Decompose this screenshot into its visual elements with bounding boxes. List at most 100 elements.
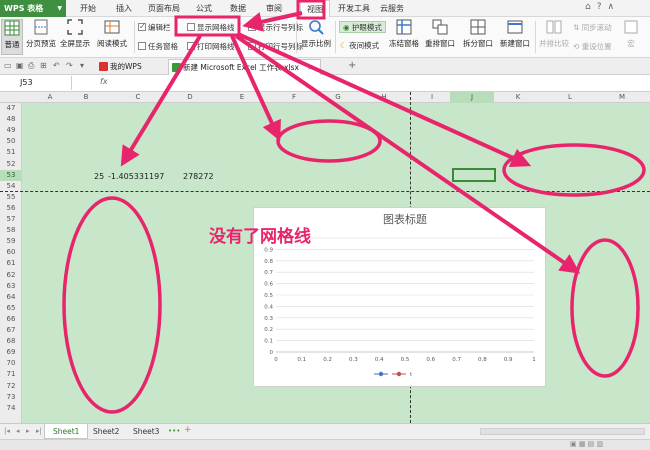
rearrange-button[interactable]: 重排窗口 xyxy=(422,19,458,55)
sync-scroll-label: 同步滚动 xyxy=(581,23,612,32)
menu-developer[interactable]: 开发工具 xyxy=(338,0,370,17)
page-break-button[interactable]: 分页预览 xyxy=(25,19,57,55)
active-cell-j53[interactable] xyxy=(452,168,496,182)
first-sheet-icon[interactable]: |◂ xyxy=(4,427,10,435)
horizontal-scrollbar[interactable] xyxy=(480,428,645,435)
tab-my-wps[interactable]: 我的WPS xyxy=(96,59,148,75)
row-header-cell[interactable]: 64 xyxy=(0,292,22,303)
menu-home[interactable]: 开始 xyxy=(80,0,96,17)
save-icon[interactable]: ▣ xyxy=(16,61,24,70)
menu-insert[interactable]: 插入 xyxy=(116,0,132,17)
view-mode-icons[interactable]: ▣ ▦ ▤ ▥ xyxy=(570,440,603,448)
row-header-cell[interactable]: 62 xyxy=(0,270,22,281)
row-header-cell[interactable]: 51 xyxy=(0,147,22,158)
row-header-cell[interactable]: 65 xyxy=(0,303,22,314)
menu-data[interactable]: 数据 xyxy=(230,0,246,17)
show-gridlines-checkbox[interactable]: 显示网格线 xyxy=(187,22,235,34)
column-header-cell-selected[interactable]: J xyxy=(450,92,494,103)
column-header-cell[interactable]: B xyxy=(58,92,114,103)
menu-review[interactable]: 审阅 xyxy=(266,0,282,17)
name-box[interactable]: J53 xyxy=(0,76,72,90)
side-by-side-button[interactable]: 并排比较 xyxy=(538,19,570,55)
legend-marker xyxy=(378,371,384,377)
reset-position-button[interactable]: ⟲ 重设位置 xyxy=(573,41,612,53)
column-header-cell[interactable]: C xyxy=(110,92,166,103)
row-header-cell[interactable]: 60 xyxy=(0,247,22,258)
row-header-cell[interactable]: 61 xyxy=(0,258,22,269)
menu-cloud[interactable]: 云服务 xyxy=(380,0,404,17)
freeze-panes-button[interactable]: 冻结窗格 xyxy=(388,19,420,55)
row-header-cell[interactable]: 73 xyxy=(0,392,22,403)
night-mode-label: 夜间模式 xyxy=(349,41,380,50)
freeze-line-horizontal xyxy=(0,191,650,192)
row-header-cell-selected[interactable]: 53 xyxy=(0,169,22,181)
edit-bar-checkbox[interactable]: 编辑栏 xyxy=(138,21,171,34)
window-controls-icon[interactable]: ⌂?∧ xyxy=(585,2,620,12)
menu-page-layout[interactable]: 页面布局 xyxy=(148,0,180,17)
row-header-cell[interactable]: 71 xyxy=(0,369,22,380)
row-header-cell[interactable]: 48 xyxy=(0,114,22,125)
print-row-col-checkbox[interactable]: 打印行号列标 xyxy=(248,41,303,53)
fx-icon[interactable]: fx xyxy=(100,77,108,86)
undo-icon[interactable]: ↶ xyxy=(53,61,60,70)
reading-mode-button[interactable]: 阅读模式 xyxy=(93,19,131,55)
prev-sheet-icon[interactable]: ◂ xyxy=(16,427,20,435)
show-row-col-checkbox[interactable]: 显示行号列标 xyxy=(248,21,303,34)
row-header-cell[interactable]: 58 xyxy=(0,225,22,236)
open-folder-icon[interactable]: ▭ xyxy=(4,61,12,70)
row-header-cell[interactable]: 66 xyxy=(0,314,22,325)
fullscreen-button[interactable]: 全屏显示 xyxy=(59,19,91,55)
row-header-cell[interactable]: 70 xyxy=(0,358,22,369)
row-header-cell[interactable]: 72 xyxy=(0,381,22,392)
more-sheets-icon[interactable]: ••• xyxy=(168,427,180,435)
row-header-cell[interactable]: 59 xyxy=(0,236,22,247)
new-window-button[interactable]: 新建窗口 xyxy=(498,19,532,55)
zoom-button[interactable]: 显示比例 xyxy=(300,19,332,55)
column-header-cell[interactable]: E xyxy=(214,92,270,103)
night-mode-button[interactable]: ☾ 夜间模式 xyxy=(340,40,379,52)
add-sheet-icon[interactable]: + xyxy=(184,425,192,435)
redo-icon[interactable]: ↷ xyxy=(66,61,73,70)
row-header-cell[interactable]: 63 xyxy=(0,281,22,292)
column-header-cell[interactable]: D xyxy=(162,92,218,103)
tab-document[interactable]: 新建 Microsoft Excel 工作表.xlsx × xyxy=(168,59,321,75)
row-header-cell[interactable]: 55 xyxy=(0,192,22,203)
cell-b53[interactable]: 25 xyxy=(94,172,104,181)
row-header-cell[interactable]: 57 xyxy=(0,214,22,225)
tab-document-label: 新建 Microsoft Excel 工作表.xlsx xyxy=(183,63,299,72)
chevron-down-icon[interactable]: ▾ xyxy=(80,61,84,70)
eye-protect-button[interactable]: ◉ 护眼模式 xyxy=(339,21,386,33)
add-tab-button[interactable]: + xyxy=(348,60,356,71)
row-header-cell[interactable]: 49 xyxy=(0,125,22,136)
column-header-cell[interactable]: L xyxy=(542,92,598,103)
cell-c53[interactable]: -1.405331197 xyxy=(108,172,164,181)
sheet-tab-1[interactable]: Sheet1 xyxy=(44,424,89,439)
close-icon[interactable]: × xyxy=(307,63,313,72)
last-sheet-icon[interactable]: ▸| xyxy=(36,427,42,435)
column-header-cell[interactable]: M xyxy=(594,92,650,103)
normal-view-button[interactable]: 普通 xyxy=(1,19,23,55)
sheet-tab-3[interactable]: Sheet3 xyxy=(125,424,167,439)
row-header-cell[interactable]: 52 xyxy=(0,159,22,170)
column-header-cell[interactable]: K xyxy=(490,92,546,103)
row-header-cell[interactable]: 69 xyxy=(0,347,22,358)
menu-view[interactable]: 视图 xyxy=(300,0,330,17)
sync-scroll-button[interactable]: ⇅ 同步滚动 xyxy=(573,22,612,34)
row-header-cell[interactable]: 50 xyxy=(0,136,22,147)
row-header-cell[interactable]: 56 xyxy=(0,203,22,214)
menu-formula[interactable]: 公式 xyxy=(196,0,212,17)
app-menu-button[interactable]: WPS 表格 ▼ xyxy=(0,0,66,17)
task-pane-checkbox[interactable]: 任务窗格 xyxy=(138,41,178,53)
split-window-button[interactable]: 拆分窗口 xyxy=(460,19,496,55)
preview-icon[interactable]: ⊞ xyxy=(40,61,47,70)
sheet-tab-2[interactable]: Sheet2 xyxy=(85,424,127,439)
row-header-cell[interactable]: 67 xyxy=(0,325,22,336)
cell-d53[interactable]: 278272 xyxy=(183,172,214,181)
print-icon[interactable]: ⎙ xyxy=(28,61,34,71)
next-sheet-icon[interactable]: ▸ xyxy=(26,427,30,435)
row-header-cell[interactable]: 68 xyxy=(0,336,22,347)
row-header-cell[interactable]: 74 xyxy=(0,403,22,414)
print-gridlines-checkbox[interactable]: 打印网格线 xyxy=(187,41,235,53)
macro-button[interactable]: 宏 xyxy=(622,19,640,55)
row-header-cell[interactable]: 47 xyxy=(0,103,22,114)
